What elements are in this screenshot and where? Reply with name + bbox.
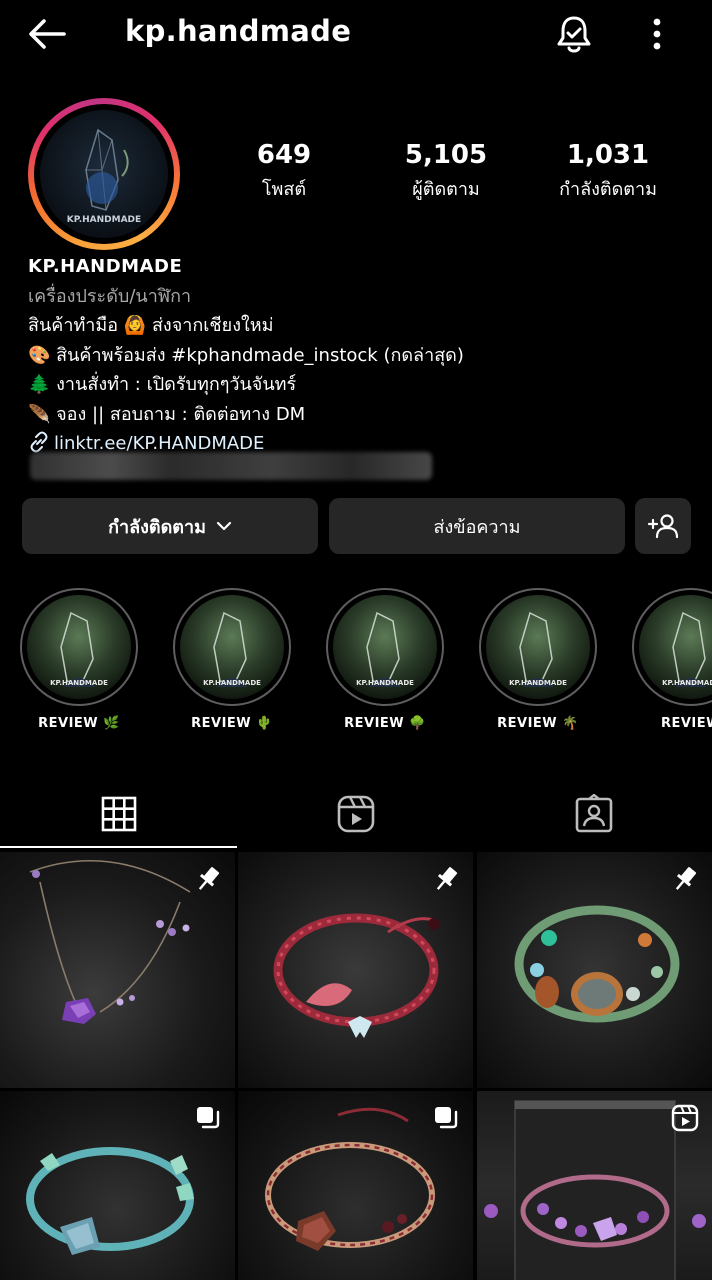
pinned-icon [198, 867, 220, 890]
highlight-label: REVIEW 🌴 [497, 716, 579, 731]
post-thumbnail[interactable] [238, 852, 473, 1088]
highlight-cover-icon: KP.HANDMADE [662, 611, 712, 687]
highlight-cover-icon: KP.HANDMADE [203, 611, 261, 687]
bio-line: 🎨 สินค้าพร้อมส่ง #kphandmade_instock (กด… [28, 344, 464, 366]
carousel-icon [435, 1107, 458, 1129]
link-icon [30, 431, 48, 453]
posts-grid [0, 852, 712, 1280]
avatar-logo-text: KP.HANDMADE [67, 215, 141, 225]
bio-line: 🌲 งานสั่งทำ : เปิดรับทุกๆวันจันทร์ [28, 374, 297, 395]
following-button[interactable]: กำลังติดตาม [22, 498, 318, 554]
carousel-icon [197, 1107, 220, 1129]
highlight-cover-icon: KP.HANDMADE [356, 611, 414, 687]
post-thumbnail[interactable] [477, 852, 712, 1088]
stat-followers-label: ผู้ติดตาม [412, 179, 480, 200]
post-thumbnail[interactable] [477, 1091, 712, 1280]
highlight-item[interactable]: KP.HANDMADE REVIEW 🌴 [477, 588, 599, 731]
back-arrow-icon[interactable] [24, 14, 68, 54]
stat-posts-label: โพสต์ [261, 179, 307, 200]
suggest-people-button[interactable] [635, 498, 691, 554]
message-button[interactable]: ส่งข้อความ [329, 498, 625, 554]
tagged-icon [575, 794, 612, 833]
profile-tabs [0, 780, 712, 848]
highlight-logo-text: KP.HANDMADE [662, 679, 712, 687]
highlight-cover-icon: KP.HANDMADE [50, 611, 108, 687]
bio-line: สินค้าทำมือ 🙆 ส่งจากเชียงใหม่ [28, 315, 274, 336]
following-button-label: กำลังติดตาม [108, 516, 206, 538]
stat-following[interactable]: 1,031 กำลังติดตาม [548, 140, 668, 203]
post-thumbnail[interactable] [0, 1091, 235, 1280]
avatar-logo-icon: KP.HANDMADE [67, 128, 141, 225]
highlight-item[interactable]: KP.HANDMADE REVIEW 🌵 [171, 588, 293, 731]
reels-icon [337, 795, 374, 833]
reels-badge-icon [671, 1104, 699, 1132]
tab-reels[interactable] [237, 780, 474, 848]
highlight-logo-text: KP.HANDMADE [203, 679, 261, 687]
highlight-label: REVIEW 🌳 [344, 716, 426, 731]
notifications-bell-icon[interactable] [552, 12, 596, 56]
stat-following-label: กำลังติดตาม [559, 179, 657, 200]
add-person-icon [647, 514, 679, 539]
profile-avatar[interactable]: KP.HANDMADE [28, 98, 180, 250]
highlight-label: REVIEW 🌿 [38, 716, 120, 731]
highlight-item[interactable]: KP.HANDMADE REVIEW [630, 588, 712, 731]
highlight-item[interactable]: KP.HANDMADE REVIEW 🌿 [18, 588, 140, 731]
pinned-icon [675, 867, 697, 890]
bio-link-text: linktr.ee/KP.HANDMADE [54, 433, 265, 454]
tab-tagged[interactable] [475, 780, 712, 848]
message-button-label: ส่งข้อความ [433, 516, 521, 538]
highlight-cover-icon: KP.HANDMADE [509, 611, 567, 687]
highlight-item[interactable]: KP.HANDMADE REVIEW 🌳 [324, 588, 446, 731]
stat-followers[interactable]: 5,105 ผู้ติดตาม [386, 140, 506, 203]
active-tab-indicator [0, 846, 237, 848]
top-bar: kp.handmade [0, 0, 712, 66]
stat-posts[interactable]: 649 โพสต์ [236, 140, 332, 203]
profile-display-name: KP.HANDMADE [28, 256, 183, 277]
highlight-logo-text: KP.HANDMADE [50, 679, 108, 687]
more-options-icon[interactable] [640, 14, 674, 54]
profile-bio: KP.HANDMADE เครื่องประดับ/นาฬิกา สินค้าท… [28, 252, 688, 459]
stat-posts-count: 649 [256, 140, 312, 170]
highlight-label: REVIEW 🌵 [191, 716, 273, 731]
stat-following-count: 1,031 [566, 140, 650, 170]
profile-category: เครื่องประดับ/นาฬิกา [28, 285, 192, 307]
blurred-mutual-followers [30, 452, 432, 480]
grid-icon [101, 796, 136, 832]
chevron-down-icon [216, 521, 232, 531]
tab-posts-grid[interactable] [0, 780, 237, 848]
bio-line: 🪶 จอง || สอบถาม : ติดต่อทาง DM [28, 403, 306, 425]
highlight-logo-text: KP.HANDMADE [509, 679, 567, 687]
post-thumbnail[interactable] [0, 852, 235, 1088]
pinned-icon [436, 867, 458, 890]
story-highlights: KP.HANDMADE REVIEW 🌿 KP.HANDMADE REVIEW … [0, 588, 712, 748]
post-thumbnail[interactable] [238, 1091, 473, 1280]
stat-followers-count: 5,105 [404, 140, 488, 170]
highlight-label: REVIEW [660, 716, 712, 731]
highlight-logo-text: KP.HANDMADE [356, 679, 414, 687]
profile-username: kp.handmade [125, 14, 352, 48]
